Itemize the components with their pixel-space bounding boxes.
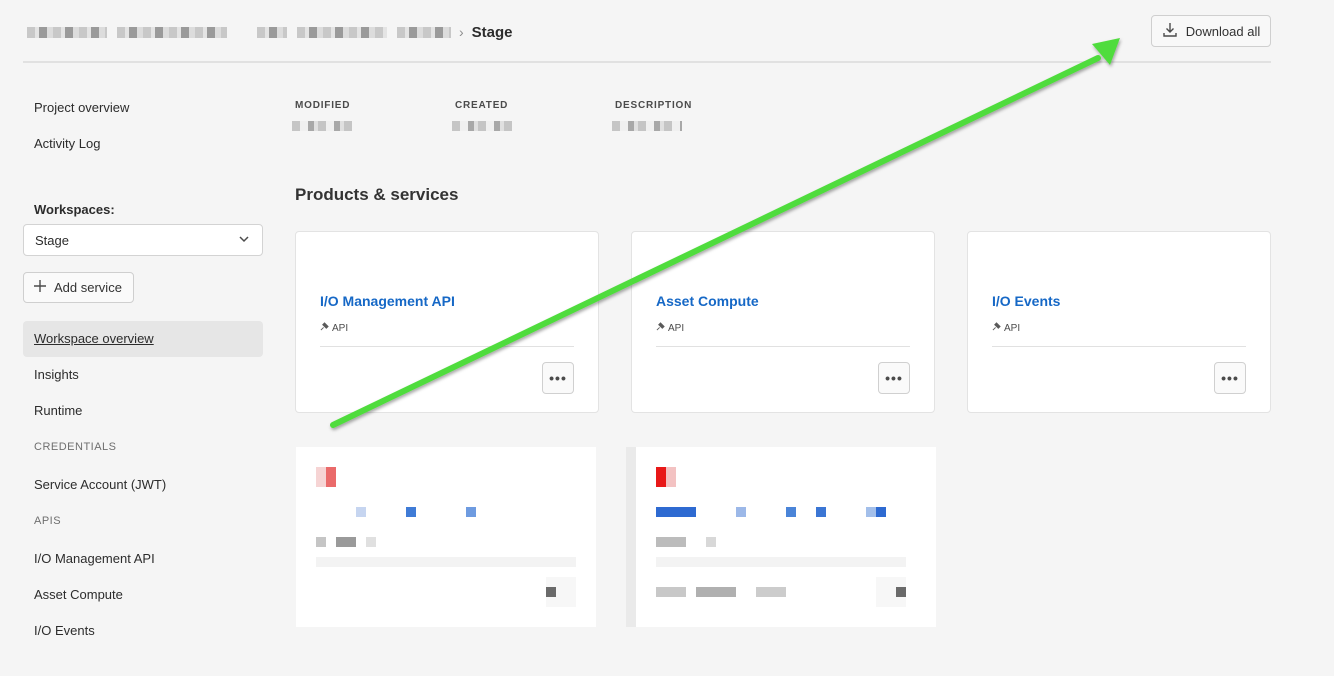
redacted-text	[656, 587, 786, 597]
add-service-button[interactable]: Add service	[23, 272, 134, 303]
add-service-label: Add service	[54, 280, 122, 295]
redacted-subtitle	[656, 537, 716, 547]
sidebar: Project overview Activity Log Workspaces…	[23, 90, 263, 649]
divider	[656, 346, 910, 347]
breadcrumb-current: Stage	[471, 23, 513, 41]
sidebar-item-project-overview[interactable]: Project overview	[23, 90, 263, 126]
apis-section-label: APIS	[34, 515, 62, 527]
workspace-select-value: Stage	[35, 232, 69, 248]
divider	[320, 346, 574, 347]
created-value-redacted	[452, 121, 512, 131]
redacted-title	[656, 507, 886, 517]
chevron-down-icon	[238, 233, 250, 248]
redacted-title	[316, 507, 476, 517]
download-icon	[1162, 22, 1178, 41]
more-actions-button[interactable]: •••	[542, 362, 574, 394]
redacted-card[interactable]	[626, 447, 936, 627]
breadcrumb-item-redacted[interactable]	[397, 26, 451, 38]
workspaces-label: Workspaces:	[34, 202, 115, 217]
service-card[interactable]: I/O Management API API •••	[295, 231, 599, 413]
workspace-select[interactable]: Stage	[23, 224, 263, 256]
service-card-type-label: API	[1004, 322, 1021, 334]
credentials-section-label: CREDENTIALS	[34, 441, 117, 453]
sidebar-item-io-events[interactable]: I/O Events	[23, 613, 263, 649]
service-card-type: API	[656, 322, 684, 334]
description-label: DESCRIPTION	[615, 100, 693, 111]
breadcrumb-item-redacted[interactable]	[27, 26, 107, 38]
sidebar-item-service-account-jwt[interactable]: Service Account (JWT)	[23, 467, 263, 503]
plus-icon	[34, 280, 46, 295]
divider	[992, 346, 1246, 347]
products-services-title: Products & services	[295, 185, 459, 204]
more-actions-button[interactable]: •••	[878, 362, 910, 394]
service-card-title[interactable]: Asset Compute	[656, 293, 759, 309]
download-all-label: Download all	[1185, 23, 1261, 39]
page-header: › Stage Download all	[23, 0, 1271, 63]
breadcrumb: › Stage	[27, 23, 513, 41]
modified-value-redacted	[292, 121, 352, 131]
sidebar-item-runtime[interactable]: Runtime	[23, 393, 263, 429]
service-card-type: API	[320, 322, 348, 334]
breadcrumb-item-redacted[interactable]	[257, 26, 287, 38]
chevron-right-icon: ›	[459, 24, 464, 40]
plug-icon	[992, 322, 1001, 334]
service-card-title[interactable]: I/O Events	[992, 293, 1060, 309]
sidebar-item-io-management-api[interactable]: I/O Management API	[23, 541, 263, 577]
created-label: CREATED	[455, 100, 509, 111]
redacted-button-glyph	[896, 587, 906, 597]
redacted-card[interactable]	[296, 447, 596, 627]
sidebar-item-activity-log[interactable]: Activity Log	[23, 126, 263, 162]
plug-icon	[656, 322, 665, 334]
service-card-type: API	[992, 322, 1020, 334]
modified-label: MODIFIED	[295, 100, 351, 111]
service-card-type-label: API	[668, 322, 685, 334]
service-card[interactable]: Asset Compute API •••	[631, 231, 935, 413]
divider	[656, 557, 906, 567]
sidebar-item-insights[interactable]: Insights	[23, 357, 263, 393]
divider	[316, 557, 576, 567]
sidebar-item-asset-compute[interactable]: Asset Compute	[23, 577, 263, 613]
service-card[interactable]: I/O Events API •••	[967, 231, 1271, 413]
download-all-button[interactable]: Download all	[1151, 15, 1271, 47]
breadcrumb-item-redacted[interactable]	[117, 26, 227, 38]
description-value-redacted	[612, 121, 682, 131]
redacted-subtitle	[316, 537, 376, 547]
sidebar-item-workspace-overview[interactable]: Workspace overview	[23, 321, 263, 357]
breadcrumb-item-redacted[interactable]	[297, 26, 387, 38]
redacted-button-glyph	[546, 587, 556, 597]
redacted-avatar	[316, 467, 336, 487]
plug-icon	[320, 322, 329, 334]
redacted-card-edge	[626, 447, 636, 627]
redacted-avatar	[656, 467, 676, 487]
more-actions-button[interactable]: •••	[1214, 362, 1246, 394]
service-card-type-label: API	[332, 322, 349, 334]
service-card-title[interactable]: I/O Management API	[320, 293, 455, 309]
